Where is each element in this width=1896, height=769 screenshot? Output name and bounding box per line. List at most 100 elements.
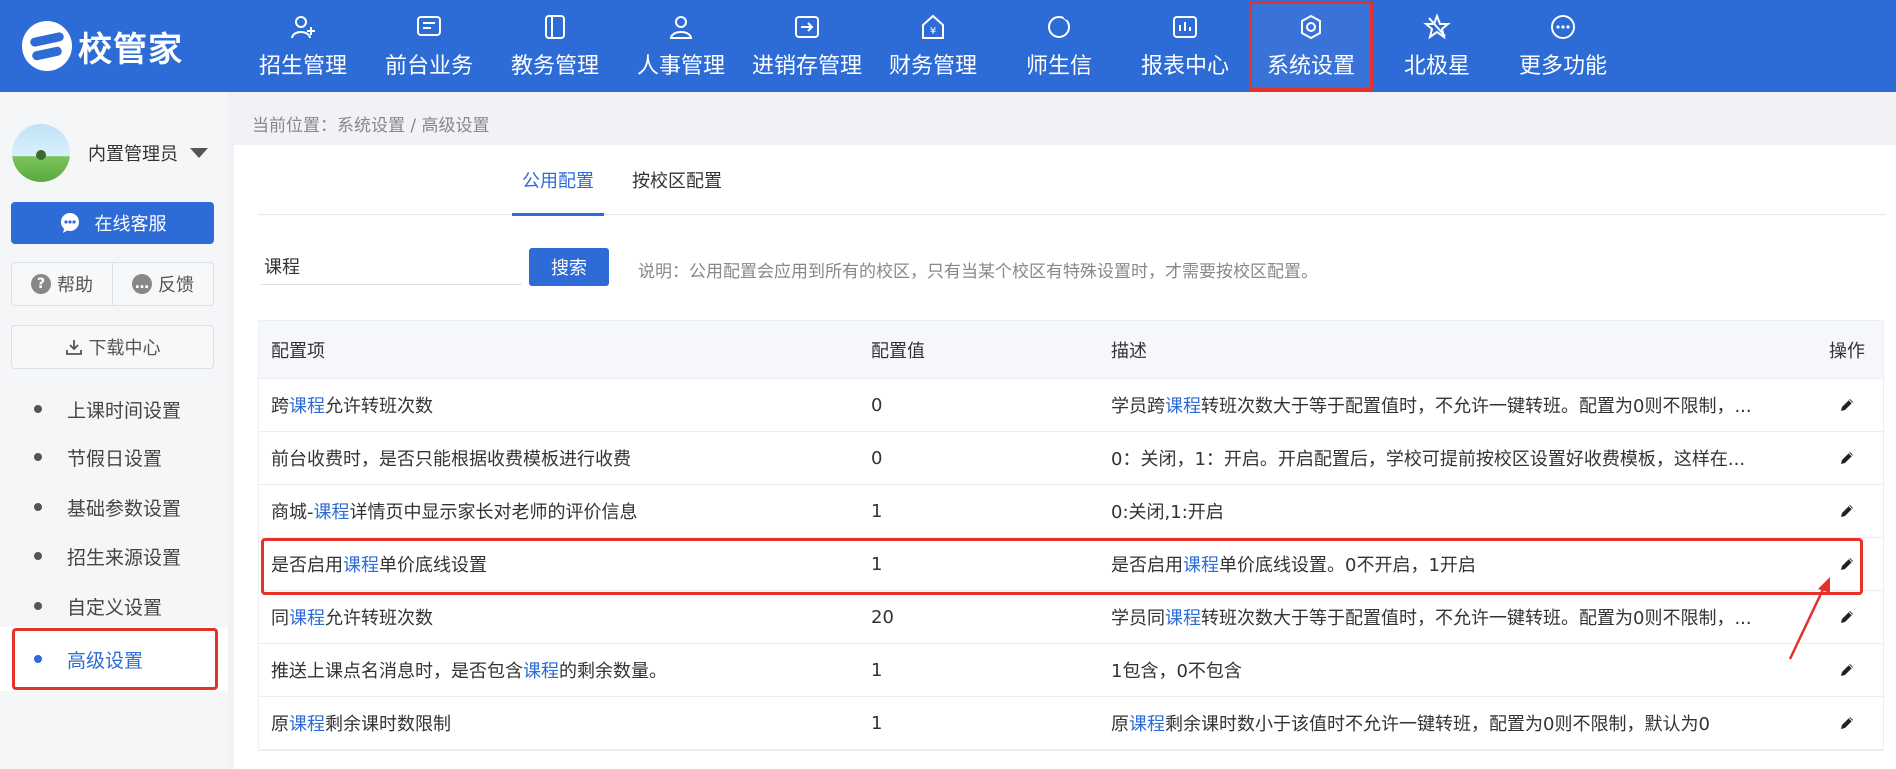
cell-text: 是否启用 [271,555,343,576]
cell-text: 允许转班次数 [325,396,433,417]
help-label: 帮助 [57,275,93,296]
online-service-button[interactable]: 在线客服 [11,202,214,244]
nav-item-6[interactable]: ¥ 财务管理 [870,0,996,92]
cell-text: 推送上课点名消息时，是否包含 [271,661,523,682]
pencil-icon [1841,399,1853,411]
sidebar-menu-item[interactable]: 自定义设置 [0,578,228,634]
nav-item-5[interactable]: 进销存管理 [744,0,870,92]
config-value-cell: 1 [871,659,883,681]
config-desc-cell: 0：关闭，1：开启。开启配置后，学校可提前按校区设置好收费模板，这样在... [1111,432,1811,484]
feedback-button[interactable]: … 反馈 [112,263,213,305]
config-item-cell: 跨课程 允许转班次数 [271,379,861,431]
column-header-desc: 描述 [1111,340,1147,362]
sidebar-menu-label: 高级设置 [67,649,144,672]
keyword-highlight: 课程 [343,555,379,576]
table-header: 配置项 配置值 描述 操作 [259,321,1883,379]
nav-item-8[interactable]: 报表中心 [1122,0,1248,92]
nav-item-11[interactable]: 更多功能 [1500,0,1626,92]
cell-text: 剩余课时数限制 [325,714,451,735]
pencil-icon [1841,452,1853,464]
edit-button[interactable] [1819,697,1875,749]
table-row: 前台收费时，是否只能根据收费模板进行收费 0 0：关闭，1：开启。开启配置后，学校可… [259,432,1883,485]
nav-item-label: 前台业务 [384,54,473,79]
config-desc-cell: 是否启用 课程 单价底线设置。0不开启，1开启 [1111,538,1811,590]
nav-item-3[interactable]: 教务管理 [492,0,618,92]
nav-item-label: 财务管理 [888,54,977,79]
svg-text:¥: ¥ [930,26,936,37]
chat-bubble-icon [59,212,81,234]
cell-text: 学员跨 [1111,396,1165,417]
cell-text: 商城- [271,502,314,523]
nav-item-4[interactable]: 人事管理 [618,0,744,92]
cell-text: 的剩余数量。 [559,661,667,682]
user-add-icon [288,12,318,42]
config-value-cell: 1 [871,712,883,734]
app-logo[interactable]: 校管家 [22,18,183,74]
help-button[interactable]: ? 帮助 [12,263,112,305]
user-profile[interactable]: 内置管理员 [12,124,208,182]
cell-text: 单价底线设置 [379,555,487,576]
config-item-cell: 是否启用 课程 单价底线设置 [271,538,861,590]
column-header-value: 配置值 [871,340,925,362]
nav-item-label: 进销存管理 [751,54,862,79]
help-feedback-row: ? 帮助 … 反馈 [11,262,214,306]
cell-text: 允许转班次数 [325,608,433,629]
tab-campus-config[interactable]: 按校区配置 [632,145,722,215]
nav-item-2[interactable]: 前台业务 [366,0,492,92]
config-desc-cell: 原课程 剩余课时数小于该值时不允许一键转班，配置为0则不限制，默认为0 [1111,697,1811,749]
avatar [12,124,70,182]
more-icon [1548,12,1578,42]
nav-item-label: 人事管理 [636,54,725,79]
config-desc-cell: 1包含，0不包含 [1111,644,1811,696]
search-input[interactable] [260,247,522,285]
keyword-highlight: 课程 [289,396,325,417]
config-value-cell: 0 [871,447,883,469]
sidebar-menu-item[interactable]: 招生来源设置 [0,528,228,584]
breadcrumb: 当前位置：系统设置 / 高级设置 [252,116,490,136]
chevron-down-icon[interactable] [190,148,208,158]
download-center-label: 下载中心 [88,338,161,359]
table-row: 同课程 允许转班次数 20 学员同 课程 转班次数大于等于配置值时，不允许一键转班。配置为… [259,591,1883,644]
cell-text: 原 [271,714,289,735]
sidebar-menu-item[interactable]: 高级设置 [0,627,228,691]
cell-text: 原 [1111,714,1129,735]
nav-item-7[interactable]: 师生信 [996,0,1122,92]
config-value-cell: 1 [871,553,883,575]
config-desc-cell: 学员同 课程 转班次数大于等于配置值时，不允许一键转班。配置为0则不限制，... [1111,591,1811,643]
edit-button[interactable] [1819,485,1875,537]
edit-button[interactable] [1819,379,1875,431]
config-item-cell: 推送上课点名消息时，是否包含 课程 的剩余数量。 [271,644,861,696]
sidebar-menu-label: 招生来源设置 [67,546,182,569]
bullet-icon [34,405,42,413]
pencil-icon [1841,558,1853,570]
nav-item-9[interactable]: 系统设置 [1248,0,1374,92]
pencil-icon [1841,505,1853,517]
sidebar-menu-label: 上课时间设置 [67,399,182,422]
config-item-cell: 原课程 剩余课时数限制 [271,697,861,749]
keyword-highlight: 课程 [313,502,350,523]
cell-text: 学员同 [1111,608,1165,629]
nav-item-10[interactable]: 北极星 [1374,0,1500,92]
config-item-cell: 同课程 允许转班次数 [271,591,861,643]
sidebar: 内置管理员 在线客服 ? 帮助 … 反馈 下载中心 上课时间设置节假日设置 基础参… [0,92,228,769]
bullet-icon [34,602,42,610]
download-center-button[interactable]: 下载中心 [11,325,214,369]
keyword-highlight: 课程 [1165,396,1201,417]
edit-button[interactable] [1819,432,1875,484]
tab-public-config[interactable]: 公用配置 [512,145,604,216]
pencil-icon [1841,717,1853,729]
nav-item-label: 师生信 [1025,54,1092,79]
cell-text: 跨 [271,396,289,417]
bullet-icon [34,503,42,511]
nav-item-1[interactable]: 招生管理 [240,0,366,92]
book-icon [540,12,570,42]
inventory-icon [792,12,822,42]
config-item-cell: 前台收费时，是否只能根据收费模板进行收费 [271,432,861,484]
search-button[interactable]: 搜索 [529,248,609,286]
sidebar-menu-item[interactable]: 基础参数设置 [0,479,228,535]
annotation-arrow [1788,577,1830,660]
cell-text: 是否启用 [1111,555,1183,576]
sidebar-menu-item[interactable]: 节假日设置 [0,429,228,485]
feedback-icon: … [132,274,152,294]
cell-text: 详情页中显示家长对老师的评价信息 [349,502,638,523]
